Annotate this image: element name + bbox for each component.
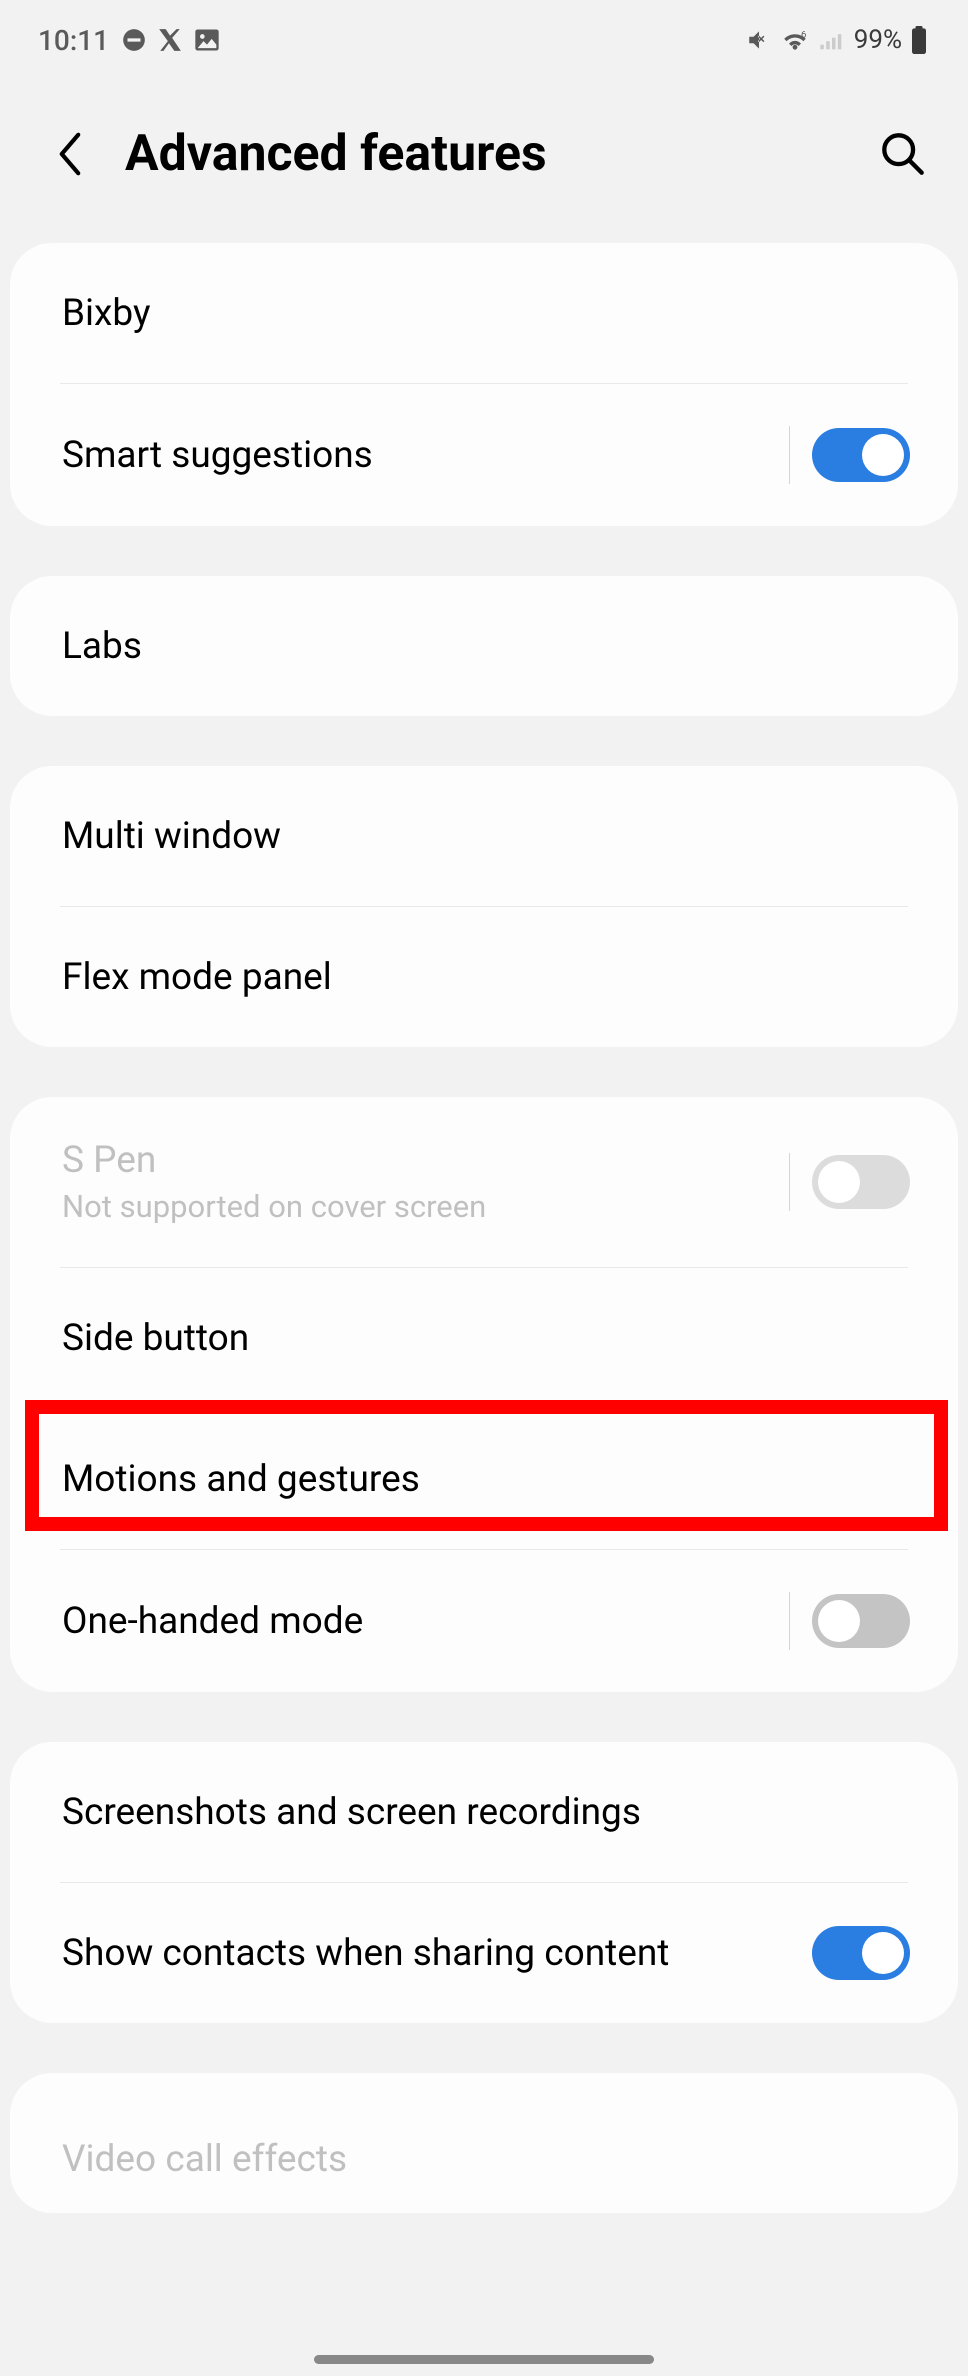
smart-suggestions-toggle[interactable]	[812, 428, 910, 482]
bixby-label: Bixby	[62, 292, 910, 335]
settings-group-1: Bixby Smart suggestions	[10, 243, 958, 526]
status-notification-icons	[121, 26, 221, 54]
flex-mode-panel-label: Flex mode panel	[62, 956, 910, 999]
one-handed-mode-toggle[interactable]	[812, 1594, 910, 1648]
status-left: 10:11	[38, 24, 221, 57]
bixby-row[interactable]: Bixby	[10, 243, 958, 383]
toggle-separator	[789, 1153, 791, 1211]
s-pen-subtitle: Not supported on cover screen	[62, 1188, 789, 1225]
header: Advanced features	[0, 80, 968, 243]
side-button-row[interactable]: Side button	[10, 1268, 958, 1408]
toggle-separator	[789, 1592, 791, 1650]
status-bar: 10:11 6 99%	[0, 0, 968, 80]
smart-suggestions-label: Smart suggestions	[62, 434, 789, 477]
flex-mode-panel-row[interactable]: Flex mode panel	[10, 907, 958, 1047]
mute-icon	[746, 27, 772, 53]
show-contacts-sharing-toggle[interactable]	[812, 1926, 910, 1980]
s-pen-toggle	[812, 1155, 910, 1209]
screenshots-recordings-row[interactable]: Screenshots and screen recordings	[10, 1742, 958, 1882]
settings-group-4: S Pen Not supported on cover screen Side…	[10, 1097, 958, 1692]
smart-suggestions-row[interactable]: Smart suggestions	[10, 384, 958, 526]
motions-gestures-label: Motions and gestures	[62, 1458, 910, 1501]
one-handed-mode-label: One-handed mode	[62, 1600, 789, 1643]
one-handed-mode-row[interactable]: One-handed mode	[10, 1550, 958, 1692]
multi-window-label: Multi window	[62, 815, 910, 858]
side-button-label: Side button	[62, 1317, 910, 1360]
picture-icon	[193, 26, 221, 54]
show-contacts-sharing-label: Show contacts when sharing content	[62, 1932, 792, 1975]
show-contacts-sharing-row[interactable]: Show contacts when sharing content	[10, 1883, 958, 2023]
settings-group-3: Multi window Flex mode panel	[10, 766, 958, 1047]
svg-text:6: 6	[801, 30, 806, 41]
status-right: 6 99%	[746, 25, 928, 55]
back-button[interactable]	[50, 134, 90, 174]
settings-group-5: Screenshots and screen recordings Show c…	[10, 1742, 958, 2023]
labs-row[interactable]: Labs	[10, 576, 958, 716]
status-time: 10:11	[38, 24, 109, 57]
battery-icon	[910, 26, 928, 54]
search-button[interactable]	[878, 129, 928, 179]
home-indicator[interactable]	[314, 2355, 654, 2364]
battery-percentage: 99%	[854, 25, 902, 55]
multi-window-row[interactable]: Multi window	[10, 766, 958, 906]
settings-group-6: Video call effects	[10, 2073, 958, 2213]
signal-icon	[818, 28, 846, 52]
toggle-separator	[789, 426, 791, 484]
motions-gestures-row[interactable]: Motions and gestures	[10, 1409, 958, 1549]
screenshots-recordings-label: Screenshots and screen recordings	[62, 1791, 910, 1834]
video-call-effects-label: Video call effects	[62, 2138, 910, 2181]
labs-label: Labs	[62, 625, 910, 668]
video-call-effects-row[interactable]: Video call effects	[10, 2073, 958, 2213]
page-title: Advanced features	[125, 125, 843, 183]
x-icon	[157, 27, 183, 53]
settings-group-2: Labs	[10, 576, 958, 716]
wifi-icon: 6	[780, 28, 810, 52]
s-pen-label: S Pen	[62, 1139, 789, 1182]
s-pen-row: S Pen Not supported on cover screen	[10, 1097, 958, 1267]
dnd-icon	[121, 27, 147, 53]
